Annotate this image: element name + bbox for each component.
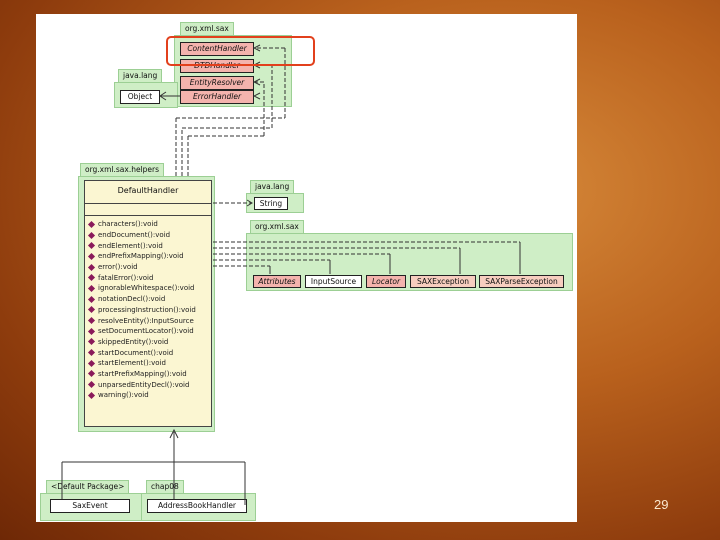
page-number: 29 (654, 497, 669, 512)
content-handler-highlight (166, 36, 315, 66)
relationship-lines (61, 44, 521, 505)
realization-arrowhead (252, 92, 261, 100)
